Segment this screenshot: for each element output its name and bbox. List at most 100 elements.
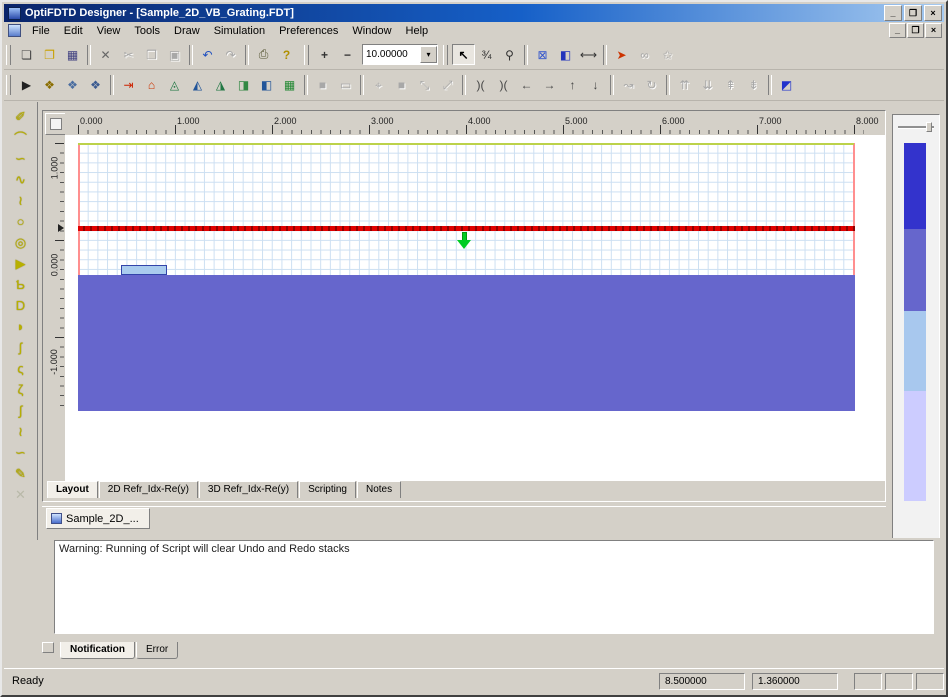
menu-item[interactable]: Draw bbox=[167, 24, 207, 38]
observation-point-icon[interactable]: ◬ bbox=[163, 75, 186, 96]
substrate-region[interactable] bbox=[78, 275, 855, 411]
layout-drawing-area[interactable] bbox=[65, 135, 885, 481]
minimize-icon[interactable]: _ bbox=[884, 5, 902, 21]
input-plane-arrow-icon[interactable] bbox=[457, 232, 471, 249]
menu-item[interactable]: Preferences bbox=[272, 24, 345, 38]
ruler-corner-box[interactable] bbox=[45, 113, 67, 135]
resize-diag-icon[interactable]: ⤡ bbox=[413, 75, 436, 96]
refresh-icon[interactable]: ↻ bbox=[640, 75, 663, 96]
curve-tool-1-icon[interactable]: ʃ bbox=[9, 337, 33, 358]
toolbar-grip[interactable] bbox=[304, 45, 309, 65]
halt-icon[interactable]: ■ bbox=[390, 75, 413, 96]
align-h-center-icon[interactable]: )( bbox=[469, 75, 492, 96]
snap-pointer-icon[interactable]: ➤ bbox=[610, 44, 633, 65]
zoom-level-combo[interactable]: 10.00000 ▾ bbox=[362, 44, 438, 65]
menu-item[interactable]: Help bbox=[399, 24, 436, 38]
curve-tool-6-icon[interactable]: ∽ bbox=[9, 442, 33, 463]
output-tab[interactable]: Notification bbox=[60, 642, 135, 659]
curve-tool-3-icon[interactable]: ζ bbox=[9, 379, 33, 400]
zoom-in-icon[interactable]: + bbox=[313, 44, 336, 65]
half-disk-icon[interactable]: ◗ bbox=[9, 316, 33, 337]
menu-item[interactable]: File bbox=[25, 24, 57, 38]
ellipse-waveguide-icon[interactable]: ○ bbox=[9, 211, 33, 232]
redo-icon[interactable]: ↷ bbox=[219, 44, 242, 65]
toolbar-grip[interactable] bbox=[6, 45, 11, 65]
view-tab[interactable]: 2D Refr_Idx-Re(y) bbox=[99, 481, 198, 498]
previous-view-icon[interactable]: ∞ bbox=[633, 44, 656, 65]
nudge-up-icon[interactable]: ↑ bbox=[561, 75, 584, 96]
pause-icon[interactable]: ▭ bbox=[334, 75, 357, 96]
zoom-out-icon[interactable]: − bbox=[336, 44, 359, 65]
ungroup-icon[interactable]: ⇟ bbox=[742, 75, 765, 96]
output-tab[interactable]: Error bbox=[136, 642, 178, 659]
arc-waveguide-icon[interactable]: ⌒ bbox=[9, 127, 33, 148]
resize-diag2-icon[interactable]: ⤢ bbox=[436, 75, 459, 96]
select-arrow-icon[interactable]: ↖ bbox=[452, 44, 475, 65]
input-plane-icon[interactable]: ⇥ bbox=[117, 75, 140, 96]
menu-item[interactable]: Simulation bbox=[207, 24, 272, 38]
menu-item[interactable]: Edit bbox=[57, 24, 90, 38]
app-icon[interactable] bbox=[8, 7, 21, 20]
save-icon[interactable]: ▦ bbox=[61, 44, 84, 65]
child-minimize-icon[interactable]: _ bbox=[889, 23, 906, 38]
component-a-icon[interactable]: ❖ bbox=[38, 75, 61, 96]
observation-home-icon[interactable]: ⌂ bbox=[140, 75, 163, 96]
menu-item[interactable]: Window bbox=[345, 24, 398, 38]
next-view-icon[interactable]: ✩ bbox=[656, 44, 679, 65]
toolbar-grip[interactable] bbox=[443, 45, 448, 65]
bspline-icon[interactable]: Ƅ bbox=[9, 274, 33, 295]
panel-splitter-handle[interactable] bbox=[42, 642, 54, 653]
rotate-icon[interactable]: ↝ bbox=[617, 75, 640, 96]
menu-item[interactable]: Tools bbox=[127, 24, 167, 38]
close-icon[interactable]: × bbox=[924, 5, 942, 21]
undo-icon[interactable]: ↶ bbox=[196, 44, 219, 65]
magnifier-icon[interactable]: ⚲ bbox=[498, 44, 521, 65]
cut-icon[interactable]: ✂ bbox=[117, 44, 140, 65]
child-close-icon[interactable]: × bbox=[925, 23, 942, 38]
mode-solver-icon[interactable]: ◧ bbox=[255, 75, 278, 96]
triangle-waveguide-icon[interactable]: ▶ bbox=[9, 253, 33, 274]
colorbar-slider[interactable] bbox=[898, 121, 934, 133]
chevron-down-icon[interactable]: ▾ bbox=[420, 46, 437, 63]
copy-icon[interactable]: ❒ bbox=[140, 44, 163, 65]
open-folder-icon[interactable]: ❐ bbox=[38, 44, 61, 65]
observation-line-icon[interactable]: ◭ bbox=[186, 75, 209, 96]
delete-shape-icon[interactable]: ✕ bbox=[9, 484, 33, 505]
sbend-arc-icon[interactable]: ∽ bbox=[9, 148, 33, 169]
curve-tool-5-icon[interactable]: ≀ bbox=[9, 421, 33, 442]
align-v-center-icon[interactable]: )( bbox=[492, 75, 515, 96]
linear-waveguide-icon[interactable]: ✐ bbox=[9, 106, 33, 127]
new-file-icon[interactable]: ❏ bbox=[15, 44, 38, 65]
menu-item[interactable]: View bbox=[90, 24, 128, 38]
stop-icon[interactable]: ■ bbox=[311, 75, 334, 96]
d-shape-icon[interactable]: D bbox=[9, 295, 33, 316]
run-script-icon[interactable]: ▶ bbox=[15, 75, 38, 96]
print-icon[interactable]: ⎙ bbox=[252, 44, 275, 65]
probe-icon[interactable]: ⌖ bbox=[367, 75, 390, 96]
edit-pencil-icon[interactable]: ✎ bbox=[9, 463, 33, 484]
view-tab[interactable]: Layout bbox=[47, 481, 98, 498]
component-c-icon[interactable]: ❖ bbox=[84, 75, 107, 96]
paste-icon[interactable]: ▣ bbox=[163, 44, 186, 65]
grating-element[interactable] bbox=[121, 265, 167, 275]
sbend-sine-icon[interactable]: ∿ bbox=[9, 169, 33, 190]
view-tab[interactable]: Notes bbox=[357, 481, 401, 498]
nudge-right-icon[interactable]: → bbox=[538, 75, 561, 96]
help-icon[interactable]: ? bbox=[275, 44, 298, 65]
nudge-left-icon[interactable]: ← bbox=[515, 75, 538, 96]
view-tab[interactable]: Scripting bbox=[299, 481, 356, 498]
view-tab[interactable]: 3D Refr_Idx-Re(y) bbox=[199, 481, 298, 498]
detector-icon[interactable]: ◨ bbox=[232, 75, 255, 96]
group-icon[interactable]: ⇞ bbox=[719, 75, 742, 96]
layer-select-icon[interactable]: ◩ bbox=[775, 75, 798, 96]
zoom-window-icon[interactable]: ◧ bbox=[554, 44, 577, 65]
zoom-percent-icon[interactable]: ¾ bbox=[475, 44, 498, 65]
delete-icon[interactable]: ✕ bbox=[94, 44, 117, 65]
curve-tool-2-icon[interactable]: ς bbox=[9, 358, 33, 379]
bring-front-icon[interactable]: ⇈ bbox=[673, 75, 696, 96]
select-region-icon[interactable]: ⊠ bbox=[531, 44, 554, 65]
waveguide-line[interactable] bbox=[78, 226, 855, 231]
ring-waveguide-icon[interactable]: ◎ bbox=[9, 232, 33, 253]
nudge-down-icon[interactable]: ↓ bbox=[584, 75, 607, 96]
sbend-cosine-icon[interactable]: ≀ bbox=[9, 190, 33, 211]
